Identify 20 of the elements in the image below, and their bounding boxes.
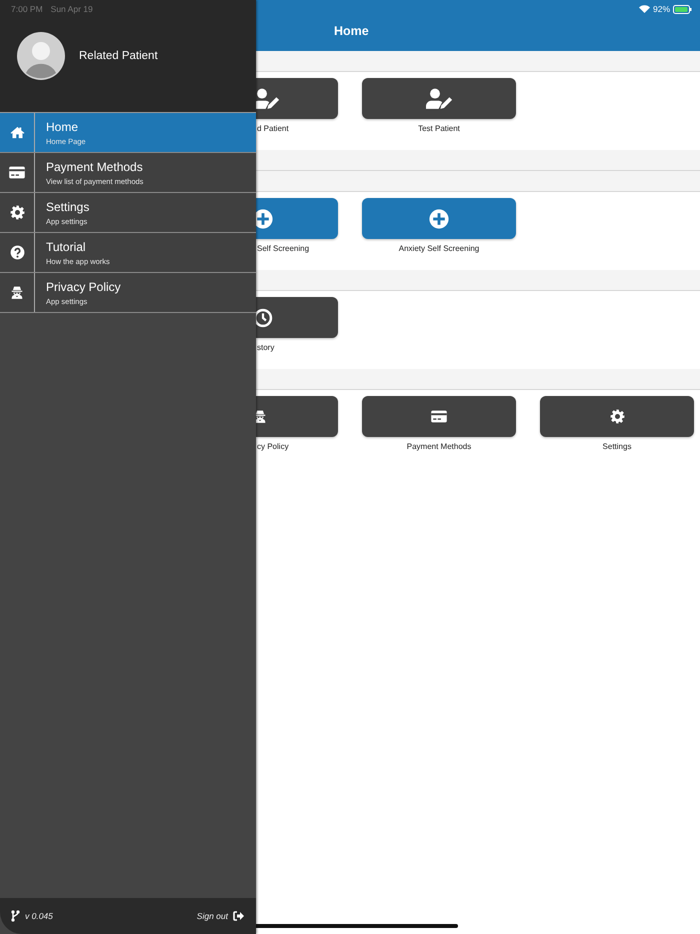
version-label: v 0.045 [25,911,53,921]
menu-item-title: Privacy Policy [46,280,121,294]
menu-item-title: Payment Methods [46,160,144,174]
tile-label: cy Policy [257,442,289,451]
tile-label: d Patient [257,124,289,133]
tile-label: Anxiety Self Screening [398,244,480,253]
page-title: Home [334,24,370,38]
tile-label: Self Screening [257,244,310,253]
sign-out-button[interactable]: Sign out [196,911,244,921]
menu-item-title: Settings [46,200,90,214]
tile-label: story [257,343,274,352]
menu-item-title: Tutorial [46,240,87,254]
menu-item-title: Home [46,120,80,134]
tile-label: Settings [602,442,632,451]
status-time: 7:00 PM [11,4,43,14]
profile-name: Related Patient [79,50,158,62]
tile-label: Test Patient [418,124,460,133]
tile-label: Payment Methods [406,442,472,451]
status-date: Sun Apr 19 [50,4,93,14]
battery-percent: 92% [652,4,670,14]
